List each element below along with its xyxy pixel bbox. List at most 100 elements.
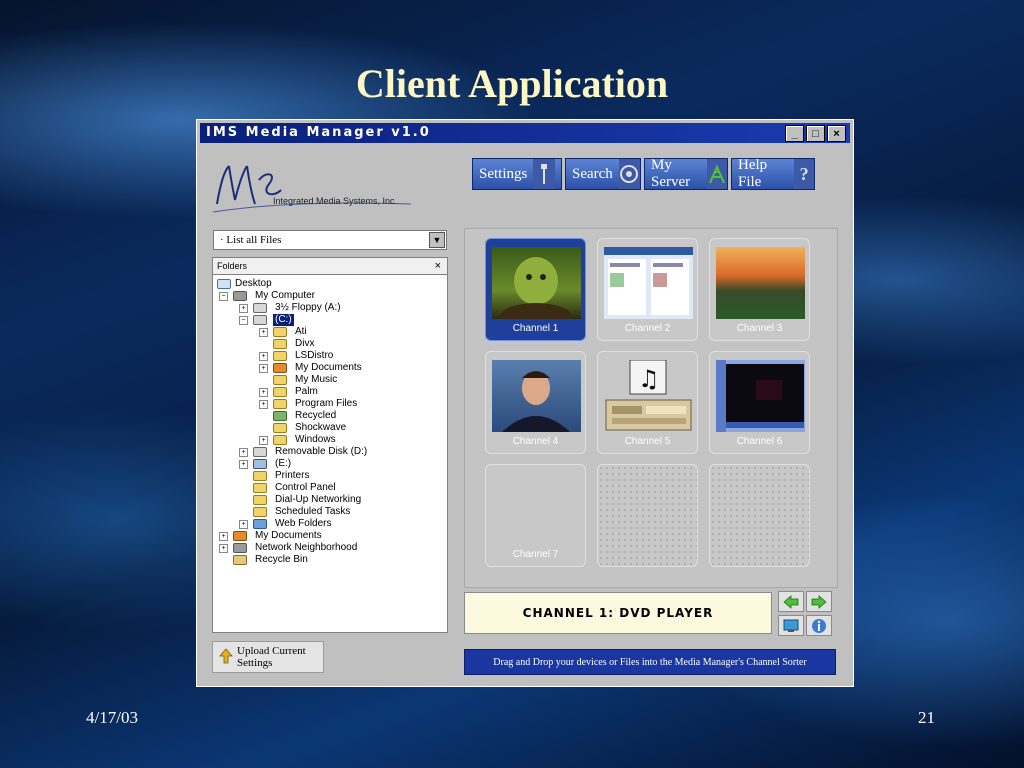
slide-page-number: 21 bbox=[918, 708, 935, 727]
channel-label: Channel 2 bbox=[624, 323, 671, 334]
window-title-bar[interactable]: IMS Media Manager v1.0 _ □ × bbox=[200, 123, 850, 143]
music-player-thumbnail: ♫ bbox=[604, 360, 693, 432]
channel-tile[interactable]: ♫ Channel 5 bbox=[597, 351, 698, 454]
collapse-icon[interactable]: − bbox=[239, 316, 248, 325]
channel-tile[interactable]: Channel 1 bbox=[485, 238, 586, 341]
channel-tile[interactable]: Channel 2 bbox=[597, 238, 698, 341]
chevron-down-icon[interactable]: ▼ bbox=[429, 232, 445, 248]
channel-label: Channel 4 bbox=[512, 436, 559, 447]
channel-tile[interactable]: Channel 3 bbox=[709, 238, 810, 341]
portrait-thumbnail bbox=[492, 360, 581, 432]
expand-icon[interactable]: + bbox=[259, 328, 268, 337]
monitor-icon bbox=[783, 619, 799, 632]
dial-up-icon bbox=[253, 495, 267, 505]
tree-item-removable-disk[interactable]: + Removable Disk (D:) bbox=[213, 446, 447, 458]
upload-settings-label: Upload Current Settings bbox=[237, 645, 306, 669]
expand-icon[interactable]: + bbox=[219, 544, 228, 553]
empty-channel-slot[interactable] bbox=[597, 464, 698, 567]
tree-item-shockwave[interactable]: Shockwave bbox=[213, 422, 447, 434]
display-button[interactable] bbox=[778, 615, 804, 636]
info-icon bbox=[812, 618, 826, 633]
tree-item-lsdistro[interactable]: + LSDistro bbox=[213, 350, 447, 362]
tree-item-program-files[interactable]: + Program Files bbox=[213, 398, 447, 410]
channel-tile[interactable]: Channel 4 bbox=[485, 351, 586, 454]
expand-icon[interactable]: + bbox=[259, 364, 268, 373]
tree-item-control-panel[interactable]: Control Panel bbox=[213, 482, 447, 494]
settings-button[interactable]: Settings bbox=[472, 158, 562, 190]
search-button[interactable]: Search bbox=[565, 158, 641, 190]
close-icon[interactable]: × bbox=[435, 258, 441, 274]
expand-icon[interactable]: + bbox=[259, 388, 268, 397]
server-icon bbox=[707, 159, 727, 189]
slide-date: 4/17/03 bbox=[86, 708, 138, 727]
tree-item-palm[interactable]: + Palm bbox=[213, 386, 447, 398]
tree-item-recycle-bin[interactable]: Recycle Bin bbox=[213, 554, 447, 566]
expand-icon[interactable]: + bbox=[259, 352, 268, 361]
search-label: Search bbox=[572, 165, 613, 182]
tree-item-network-neighborhood[interactable]: + Network Neighborhood bbox=[213, 542, 447, 554]
tree-item-printers[interactable]: Printers bbox=[213, 470, 447, 482]
floppy-icon bbox=[253, 303, 267, 313]
channel-nav-buttons bbox=[778, 591, 834, 637]
folder-icon bbox=[273, 435, 287, 445]
network-icon bbox=[233, 543, 247, 553]
tree-item-dial-up-networking[interactable]: Dial-Up Networking bbox=[213, 494, 447, 506]
tree-item-recycled[interactable]: Recycled bbox=[213, 410, 447, 422]
tree-item-my-documents-root[interactable]: + My Documents bbox=[213, 530, 447, 542]
channel-sorter: Channel 1 Channel 2 Channel 3 Channel 4 … bbox=[464, 228, 838, 588]
expand-icon[interactable]: + bbox=[239, 304, 248, 313]
my-server-button[interactable]: My Server bbox=[644, 157, 728, 190]
tree-item-drive-c[interactable]: − (C:) bbox=[213, 314, 447, 326]
expand-icon[interactable]: + bbox=[259, 436, 268, 445]
close-button[interactable]: × bbox=[827, 125, 846, 142]
window-title: IMS Media Manager v1.0 bbox=[206, 125, 431, 140]
expand-icon[interactable]: + bbox=[259, 400, 268, 409]
removable-disk-icon bbox=[253, 447, 267, 457]
tree-item-desktop[interactable]: Desktop bbox=[213, 278, 447, 290]
tree-item-floppy[interactable]: +3½ Floppy (A:) bbox=[213, 302, 447, 314]
documents-folder-icon bbox=[273, 363, 287, 373]
webpage-thumbnail bbox=[604, 247, 693, 319]
tree-item-divx[interactable]: Divx bbox=[213, 338, 447, 350]
tree-item-web-folders[interactable]: + Web Folders bbox=[213, 518, 447, 530]
next-channel-button[interactable] bbox=[806, 591, 832, 612]
previous-channel-button[interactable] bbox=[778, 591, 804, 612]
tree-item-my-documents[interactable]: + My Documents bbox=[213, 362, 447, 374]
expand-icon[interactable]: + bbox=[239, 448, 248, 457]
channel-tile[interactable]: Channel 6 bbox=[709, 351, 810, 454]
file-filter-select[interactable]: · List all Files ▼ bbox=[213, 230, 447, 250]
info-button[interactable] bbox=[806, 615, 832, 636]
help-file-label: Help File bbox=[738, 157, 768, 190]
tree-item-my-computer[interactable]: − My Computer bbox=[213, 290, 447, 302]
my-server-label: My Server bbox=[651, 157, 691, 190]
folder-icon bbox=[273, 399, 287, 409]
folder-icon bbox=[273, 375, 287, 385]
arrow-right-icon bbox=[811, 594, 827, 609]
channel-label: Channel 1 bbox=[512, 323, 559, 334]
channel-tile[interactable]: Channel 7 bbox=[485, 464, 586, 567]
tree-item-ati[interactable]: + Ati bbox=[213, 326, 447, 338]
cd-drive-icon bbox=[253, 459, 267, 469]
maximize-button[interactable]: □ bbox=[806, 125, 825, 142]
settings-label: Settings bbox=[479, 165, 528, 182]
expand-icon[interactable]: + bbox=[239, 520, 248, 529]
folder-icon bbox=[273, 327, 287, 337]
minimize-button[interactable]: _ bbox=[785, 125, 804, 142]
expand-icon[interactable]: + bbox=[239, 460, 248, 469]
instruction-text: Drag and Drop your devices or Files into… bbox=[493, 656, 807, 668]
upload-settings-button[interactable]: Upload Current Settings bbox=[212, 641, 324, 673]
ims-logo: Integrated Media Systems, Inc. bbox=[211, 160, 441, 220]
expand-icon[interactable]: + bbox=[219, 532, 228, 541]
tree-item-my-music[interactable]: My Music bbox=[213, 374, 447, 386]
hard-drive-icon bbox=[253, 315, 267, 325]
tree-item-windows[interactable]: + Windows bbox=[213, 434, 447, 446]
channel-label: Channel 7 bbox=[512, 549, 559, 560]
tree-item-drive-e[interactable]: + (E:) bbox=[213, 458, 447, 470]
upload-arrow-icon bbox=[219, 647, 233, 667]
search-icon bbox=[618, 159, 640, 189]
help-file-button[interactable]: Help File ? bbox=[731, 157, 815, 190]
tree-item-scheduled-tasks[interactable]: Scheduled Tasks bbox=[213, 506, 447, 518]
current-channel-text: CHANNEL 1: DVD PLAYER bbox=[522, 606, 714, 620]
collapse-icon[interactable]: − bbox=[219, 292, 228, 301]
empty-channel-slot[interactable] bbox=[709, 464, 810, 567]
